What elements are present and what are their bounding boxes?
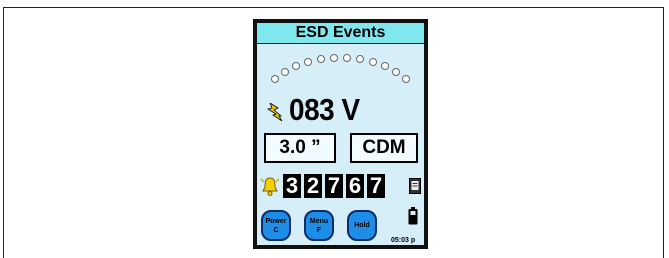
distance-field: 3.0 ”	[264, 133, 336, 163]
counter-digit: 6	[346, 174, 364, 198]
counter-digit: 7	[325, 174, 343, 198]
lightning-icon	[267, 103, 283, 121]
gauge-segment	[381, 62, 389, 70]
gauge-segment	[330, 54, 338, 62]
voltage-readout: 083 V	[289, 92, 360, 127]
battery-icon	[408, 207, 418, 225]
gauge-arc	[271, 54, 410, 83]
gauge-segment	[317, 55, 325, 63]
hold-button-label: Hold	[354, 222, 370, 229]
counter-digit: 3	[283, 174, 301, 198]
alarm-bell-icon	[260, 177, 280, 196]
menu-button-label: Menu	[309, 217, 329, 225]
clock-readout: 05:03 p	[391, 237, 416, 244]
event-counter: 3 2 7 6 7	[283, 174, 385, 198]
counter-digit: 7	[367, 174, 385, 198]
gauge-segment	[392, 68, 400, 76]
gauge-segment	[402, 75, 410, 83]
meter-screen: ESD Events 083 V 3.0 ” CDM 3 2 7 6 7 Pow…	[257, 23, 424, 245]
gauge-segment	[304, 58, 312, 66]
counter-digit: 2	[304, 174, 322, 198]
esd-meter-device: ESD Events 083 V 3.0 ” CDM 3 2 7 6 7 Pow…	[253, 19, 428, 249]
power-button-label: Power	[265, 217, 287, 225]
gauge-segment	[271, 75, 279, 83]
power-button-key: C	[273, 226, 279, 234]
mode-field: CDM	[350, 133, 418, 163]
power-button[interactable]: Power C	[261, 210, 291, 241]
document-icon	[409, 178, 421, 194]
menu-button-key: F	[316, 226, 322, 234]
gauge-segment	[281, 68, 289, 76]
hold-button[interactable]: Hold	[347, 210, 377, 241]
menu-button[interactable]: Menu F	[304, 210, 334, 241]
gauge-segment	[369, 58, 377, 66]
gauge-segment	[343, 54, 351, 62]
gauge-segment	[292, 62, 300, 70]
screen-title: ESD Events	[257, 23, 424, 44]
gauge-segment	[356, 55, 364, 63]
